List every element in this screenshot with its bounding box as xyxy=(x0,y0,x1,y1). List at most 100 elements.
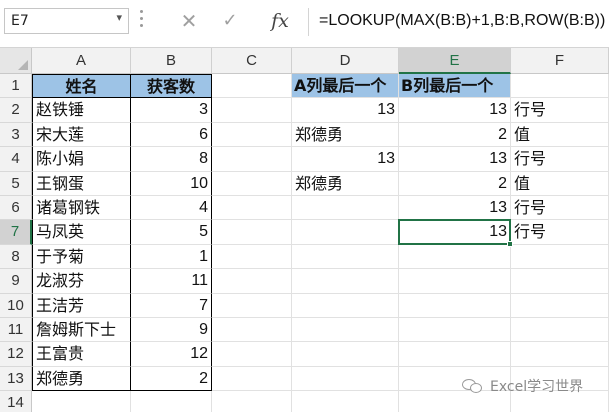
column-header-f[interactable]: F xyxy=(511,48,609,74)
result-cell-e[interactable]: 13 xyxy=(399,220,511,245)
cell-c4[interactable] xyxy=(212,147,292,172)
result-cell-f[interactable]: 行号 xyxy=(511,98,609,123)
result-cell-e[interactable]: 13 xyxy=(399,196,511,221)
table-cell-count[interactable]: 1 xyxy=(131,244,212,270)
cell-f11[interactable] xyxy=(511,318,609,343)
result-cell-d[interactable]: 郑德勇 xyxy=(292,122,399,148)
table-cell-name[interactable]: 郑德勇 xyxy=(32,366,131,392)
cell-d8[interactable] xyxy=(292,244,399,270)
table-cell-count[interactable]: 6 xyxy=(131,122,212,148)
row-header-13[interactable]: 13 xyxy=(0,366,32,392)
table-cell-name[interactable]: 龙淑芬 xyxy=(32,269,131,294)
cell-d11[interactable] xyxy=(292,318,399,343)
result-cell-f[interactable]: 行号 xyxy=(511,196,609,221)
cell-c9[interactable] xyxy=(212,269,292,294)
table-cell-name[interactable]: 陈小娟 xyxy=(32,147,131,172)
table-cell-name[interactable]: 于予菊 xyxy=(32,244,131,270)
table-cell-count[interactable]: 9 xyxy=(131,318,212,343)
result-cell-d[interactable]: 13 xyxy=(292,98,399,123)
column-header-a[interactable]: A xyxy=(32,48,131,74)
cell-c8[interactable] xyxy=(212,244,292,270)
row-header-11[interactable]: 11 xyxy=(0,318,32,343)
cell-d13[interactable] xyxy=(292,366,399,392)
result-cell-d[interactable]: 郑德勇 xyxy=(292,171,399,196)
row-header-14[interactable]: 14 xyxy=(0,391,32,412)
result-cell-f[interactable]: 值 xyxy=(511,171,609,196)
table-cell-count[interactable]: 8 xyxy=(131,147,212,172)
table-cell-name[interactable]: 詹姆斯下士 xyxy=(32,318,131,343)
table-cell-name[interactable]: 马凤英 xyxy=(32,220,131,245)
table-cell-count[interactable]: 2 xyxy=(131,366,212,392)
cancel-icon[interactable]: ✕ xyxy=(175,7,203,35)
cell-c5[interactable] xyxy=(212,171,292,196)
table-cell-name[interactable]: 王洁芳 xyxy=(32,293,131,318)
table-cell-count[interactable]: 7 xyxy=(131,293,212,318)
cell-f1[interactable] xyxy=(511,74,609,99)
result-cell-d[interactable]: 13 xyxy=(292,147,399,172)
table-cell-count[interactable]: 3 xyxy=(131,98,212,123)
cell-c13[interactable] xyxy=(212,366,292,392)
cell-e11[interactable] xyxy=(399,318,511,343)
table-cell-count[interactable]: 11 xyxy=(131,269,212,294)
cell-c2[interactable] xyxy=(212,98,292,123)
cell-f9[interactable] xyxy=(511,269,609,294)
enter-icon[interactable]: ✓ xyxy=(216,7,244,35)
row-header-12[interactable]: 12 xyxy=(0,342,32,367)
chevron-down-icon[interactable]: ▾ xyxy=(116,11,122,24)
result-cell-f[interactable]: 行号 xyxy=(511,147,609,172)
header-a-last[interactable]: A列最后一个 xyxy=(292,74,399,99)
cell-f8[interactable] xyxy=(511,244,609,270)
cell-c6[interactable] xyxy=(212,196,292,221)
table-cell-count[interactable]: 5 xyxy=(131,220,212,245)
cell-e9[interactable] xyxy=(399,269,511,294)
formula-input[interactable]: =LOOKUP(MAX(B:B)+1,B:B,ROW(B:B)) xyxy=(308,8,609,36)
row-header-7[interactable]: 7 xyxy=(0,220,32,245)
table-cell-count[interactable]: 4 xyxy=(131,196,212,221)
row-header-5[interactable]: 5 xyxy=(0,171,32,196)
result-cell-d[interactable] xyxy=(292,220,399,245)
row-header-10[interactable]: 10 xyxy=(0,293,32,318)
cell-c12[interactable] xyxy=(212,342,292,367)
cell-c10[interactable] xyxy=(212,293,292,318)
fill-handle[interactable] xyxy=(507,240,513,247)
cell-d12[interactable] xyxy=(292,342,399,367)
result-cell-e[interactable]: 13 xyxy=(399,98,511,123)
header-name[interactable]: 姓名 xyxy=(32,74,131,99)
row-header-8[interactable]: 8 xyxy=(0,244,32,270)
table-cell-name[interactable]: 王钢蛋 xyxy=(32,171,131,196)
name-box[interactable]: E7 ▾ xyxy=(4,8,129,34)
header-b-last[interactable]: B列最后一个 xyxy=(399,74,511,99)
row-header-1[interactable]: 1 xyxy=(0,74,32,99)
row-header-4[interactable]: 4 xyxy=(0,147,32,172)
cell-c14[interactable] xyxy=(212,391,292,412)
drag-handle-icon[interactable] xyxy=(140,10,144,32)
cell-b14[interactable] xyxy=(131,391,212,412)
cell-c1[interactable] xyxy=(212,74,292,99)
cell-d14[interactable] xyxy=(292,391,399,412)
result-cell-e[interactable]: 13 xyxy=(399,147,511,172)
cell-f12[interactable] xyxy=(511,342,609,367)
cell-e12[interactable] xyxy=(399,342,511,367)
column-header-c[interactable]: C xyxy=(212,48,292,74)
table-cell-count[interactable]: 12 xyxy=(131,342,212,367)
result-cell-d[interactable] xyxy=(292,196,399,221)
table-cell-name[interactable]: 赵铁锤 xyxy=(32,98,131,123)
result-cell-e[interactable]: 2 xyxy=(399,122,511,148)
table-cell-name[interactable]: 王富贵 xyxy=(32,342,131,367)
cell-a14[interactable] xyxy=(32,391,131,412)
table-cell-name[interactable]: 诸葛钢铁 xyxy=(32,196,131,221)
row-header-2[interactable]: 2 xyxy=(0,98,32,123)
cell-c7[interactable] xyxy=(212,220,292,245)
cell-f10[interactable] xyxy=(511,293,609,318)
cell-e10[interactable] xyxy=(399,293,511,318)
cell-d9[interactable] xyxy=(292,269,399,294)
column-header-d[interactable]: D xyxy=(292,48,399,74)
column-header-e[interactable]: E xyxy=(399,48,511,74)
row-header-6[interactable]: 6 xyxy=(0,196,32,221)
cell-e8[interactable] xyxy=(399,244,511,270)
cell-c11[interactable] xyxy=(212,318,292,343)
table-cell-count[interactable]: 10 xyxy=(131,171,212,196)
header-count[interactable]: 获客数 xyxy=(131,74,212,99)
cell-c3[interactable] xyxy=(212,122,292,148)
insert-function-icon[interactable]: fx xyxy=(266,7,294,35)
